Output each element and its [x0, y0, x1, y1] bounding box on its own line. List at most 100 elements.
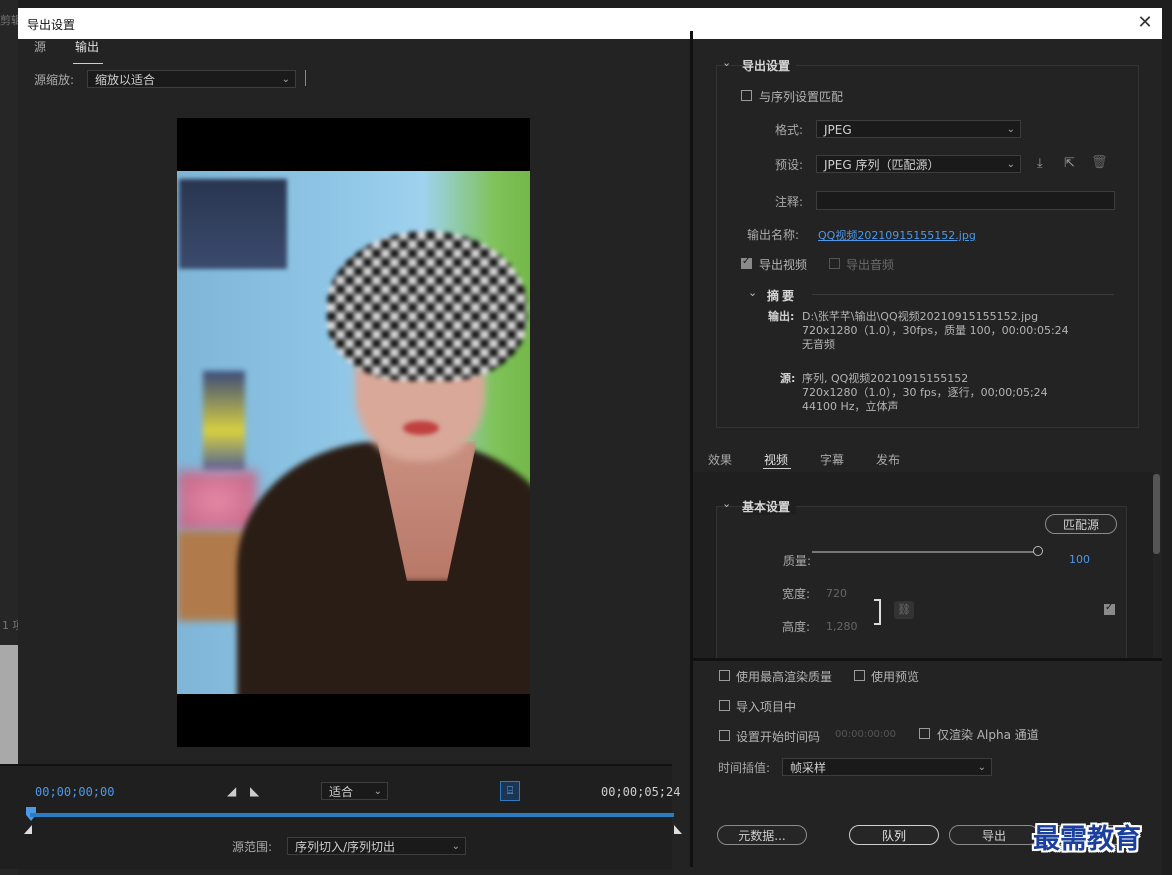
preview-frame-image: [177, 171, 530, 694]
source-range-value: 序列切入/序列切出: [295, 840, 396, 854]
quality-slider-handle[interactable]: [1033, 546, 1043, 556]
import-project-checkbox[interactable]: [719, 700, 730, 711]
source-range-label: 源范围:: [232, 840, 273, 854]
match-sequence-checkbox[interactable]: [741, 90, 752, 101]
export-video-label: 导出视频: [759, 258, 808, 272]
tab-video-underline: [763, 468, 791, 469]
time-interp-dropdown[interactable]: 帧采样 ⌄: [782, 758, 992, 776]
close-icon[interactable]: ✕: [1134, 12, 1156, 34]
settings-scrollbar[interactable]: [1153, 474, 1160, 554]
source-range-dropdown[interactable]: 序列切入/序列切出 ⌄: [287, 837, 466, 855]
summary-collapse-icon[interactable]: ⌄: [748, 286, 757, 299]
chevron-down-icon: ⌄: [373, 786, 382, 797]
chevron-down-icon: ⌄: [977, 762, 986, 773]
width-label: 宽度:: [782, 587, 811, 601]
fit-dropdown[interactable]: 适合 ⌄: [321, 782, 388, 800]
resize-checkbox[interactable]: [1104, 602, 1115, 615]
source-zoom-dropdown[interactable]: 缩放以适合 ⌄: [87, 70, 296, 88]
alpha-only-label: 仅渲染 Alpha 通道: [937, 728, 1039, 742]
quality-label: 质量:: [783, 554, 812, 568]
match-source-button[interactable]: 匹配源: [1045, 514, 1117, 534]
range-in-handle[interactable]: [24, 825, 32, 834]
mark-out-icon[interactable]: ◣: [250, 784, 259, 798]
queue-button[interactable]: 队列: [849, 825, 939, 845]
link-bracket: [874, 599, 881, 625]
output-name-label: 输出名称:: [747, 228, 800, 242]
width-value[interactable]: 720: [826, 587, 847, 600]
image-poster: [203, 371, 245, 471]
mark-in-icon[interactable]: ◢: [227, 784, 236, 798]
background-left-strip: [0, 0, 18, 875]
tab-output-underline: [73, 63, 103, 64]
summary-output-label: 输出:: [768, 310, 795, 323]
preset-label: 预设:: [775, 158, 804, 172]
tab-source[interactable]: 源: [34, 38, 46, 55]
format-dropdown[interactable]: JPEG ⌄: [816, 120, 1021, 138]
timecode-current[interactable]: 00;00;00;00: [35, 785, 114, 799]
window-title: 导出设置: [27, 18, 76, 32]
image-wall-frame: [179, 179, 287, 269]
start-timecode-label: 设置开始时间码: [736, 730, 821, 744]
watermark-logo: 最需教育: [1033, 824, 1141, 855]
tab-captions[interactable]: 字幕: [820, 451, 844, 468]
quality-value[interactable]: 100: [1069, 553, 1090, 566]
basic-collapse-icon[interactable]: ⌄: [722, 497, 731, 510]
comment-input[interactable]: [816, 191, 1115, 210]
aspect-toggle-icon[interactable]: ⌸: [500, 781, 520, 801]
video-preview: [177, 118, 530, 747]
height-label: 高度:: [782, 620, 811, 634]
chevron-down-icon: ⌄: [1006, 124, 1015, 135]
export-settings-header: 导出设置: [742, 57, 797, 74]
settings-bottom-divider[interactable]: [693, 658, 1162, 661]
import-project-label: 导入项目中: [736, 700, 797, 714]
time-interp-value: 帧采样: [790, 761, 827, 775]
summary-divider: [812, 294, 1114, 295]
source-zoom-value: 缩放以适合: [95, 73, 156, 87]
quality-slider-track[interactable]: [812, 551, 1037, 553]
tab-output[interactable]: 输出: [75, 38, 99, 55]
metadata-button[interactable]: 元数据...: [717, 825, 807, 845]
export-button[interactable]: 导出: [949, 825, 1039, 845]
tab-effects[interactable]: 效果: [708, 451, 732, 468]
save-preset-icon[interactable]: ⤓: [1037, 156, 1043, 171]
image-hat: [327, 231, 527, 381]
alpha-only-checkbox[interactable]: [919, 728, 930, 739]
preset-dropdown[interactable]: JPEG 序列（匹配源） ⌄: [816, 155, 1021, 173]
max-render-label: 使用最高渲染质量: [736, 670, 833, 684]
summary-source-label: 源:: [780, 372, 796, 385]
format-label: 格式:: [775, 123, 804, 137]
summary-output-line: 无音频: [802, 338, 835, 351]
match-sequence-label: 与序列设置匹配: [759, 90, 844, 104]
summary-source-line: 44100 Hz，立体声: [802, 400, 899, 413]
export-audio-label: 导出音频: [846, 258, 895, 272]
use-preview-checkbox[interactable]: [854, 670, 865, 681]
collapse-chevron-icon[interactable]: ⌄: [722, 56, 731, 69]
delete-preset-icon[interactable]: 🗑: [1091, 155, 1108, 170]
image-body: [237, 441, 530, 694]
height-value[interactable]: 1,280: [826, 620, 858, 633]
tab-video[interactable]: 视频: [764, 451, 788, 468]
import-preset-icon[interactable]: ⇱: [1064, 156, 1075, 171]
link-chain-icon[interactable]: ⛓: [894, 601, 914, 619]
output-name-link[interactable]: QQ视频20210915155152.jpg: [818, 227, 976, 243]
max-render-checkbox[interactable]: [719, 670, 730, 681]
range-out-handle[interactable]: [674, 825, 682, 834]
source-range-track[interactable]: [30, 813, 674, 817]
start-timecode-checkbox[interactable]: [719, 730, 730, 741]
use-preview-label: 使用预览: [871, 670, 920, 684]
chevron-down-icon: ⌄: [281, 74, 290, 85]
summary-header: 摘要: [767, 289, 798, 303]
time-interp-label: 时间插值:: [718, 761, 771, 775]
panel-divider[interactable]: [690, 31, 693, 867]
background-thumbnail: [0, 645, 18, 770]
chevron-down-icon: ⌄: [1006, 159, 1015, 170]
export-video-checkbox[interactable]: [741, 256, 752, 269]
chevron-down-icon: ⌄: [451, 841, 460, 852]
export-audio-checkbox[interactable]: [829, 258, 840, 269]
preset-value: JPEG 序列（匹配源）: [824, 158, 940, 172]
image-flowers: [177, 471, 257, 531]
start-timecode-value[interactable]: 00:00:00:00: [835, 729, 896, 740]
fit-value: 适合: [329, 785, 354, 799]
separator: [305, 70, 306, 86]
tab-publish[interactable]: 发布: [876, 451, 900, 468]
